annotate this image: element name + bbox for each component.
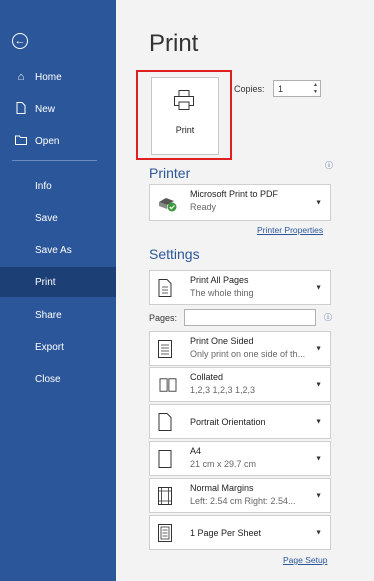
printer-ready-icon — [159, 197, 177, 211]
printer-heading: Printer — [149, 165, 191, 181]
sidebar-item-print[interactable]: Print — [0, 267, 116, 297]
backstage-sidebar: ← ⌂ Home New Open Info Save Save As Prin… — [0, 0, 116, 581]
chevron-down-icon: ▼ — [315, 455, 322, 462]
option-title: Print One Sided — [190, 336, 254, 346]
chevron-down-icon: ▼ — [315, 199, 322, 206]
paper-size-dropdown[interactable]: A4 21 cm x 29.7 cm ▼ — [149, 441, 331, 476]
chevron-down-icon: ▼ — [315, 492, 322, 499]
chevron-down-icon: ▼ — [315, 284, 322, 291]
sidebar-item-label: Print — [35, 276, 56, 288]
sidebar-item-open[interactable]: Open — [0, 126, 116, 156]
copies-value: 1 — [278, 84, 284, 94]
chevron-down-icon: ▼ — [315, 529, 322, 536]
sidebar-item-label: Save — [35, 212, 58, 224]
option-title: A4 — [190, 446, 202, 456]
collated-icon — [159, 377, 177, 392]
sidebar-item-label: Open — [35, 135, 60, 147]
info-icon[interactable]: ⓘ — [325, 160, 333, 171]
option-subtitle: 1,2,3 1,2,3 1,2,3 — [190, 385, 256, 395]
option-subtitle: 21 cm x 29.7 cm — [190, 459, 257, 469]
sidebar-item-home[interactable]: ⌂ Home — [0, 62, 116, 92]
portrait-icon — [158, 412, 172, 431]
pages-per-sheet-dropdown[interactable]: 1 Page Per Sheet ▼ — [149, 515, 331, 550]
sidebar-item-info[interactable]: Info — [0, 171, 116, 201]
page-title: Print — [149, 30, 199, 57]
page-setup-link[interactable]: Page Setup — [283, 555, 327, 565]
sidebar-item-close[interactable]: Close — [0, 364, 116, 394]
option-subtitle: Left: 2.54 cm Right: 2.54... — [190, 496, 296, 506]
open-folder-icon — [14, 135, 28, 148]
pages-per-sheet-icon — [158, 523, 172, 542]
settings-heading: Settings — [149, 246, 200, 262]
print-pane: Print Print Copies: 1 ▲ ▼ Printer ⓘ Micro… — [116, 0, 374, 581]
option-title: Collated — [190, 372, 224, 382]
copies-stepper[interactable]: 1 ▲ ▼ — [273, 80, 321, 97]
sidebar-item-label: Close — [35, 373, 61, 385]
new-document-icon — [14, 101, 28, 117]
print-range-dropdown[interactable]: Print All Pages The whole thing ▼ — [149, 270, 331, 305]
copies-label: Copies: — [234, 84, 265, 94]
option-title: Portrait Orientation — [190, 416, 266, 427]
sidebar-item-label: Share — [35, 309, 62, 321]
option-subtitle: Only print on one side of th... — [190, 349, 306, 359]
chevron-down-icon: ▼ — [315, 418, 322, 425]
chevron-down-icon: ▼ — [315, 345, 322, 352]
chevron-down-icon: ▼ — [315, 381, 322, 388]
sidebar-item-label: Export — [35, 341, 64, 353]
printer-status: Ready — [190, 202, 217, 212]
printer-properties-link[interactable]: Printer Properties — [257, 225, 323, 235]
page-range-icon — [158, 278, 172, 297]
margins-icon — [158, 486, 172, 505]
sidebar-divider — [12, 160, 97, 161]
option-subtitle: The whole thing — [190, 288, 254, 298]
sidebar-item-label: Info — [35, 180, 52, 192]
collation-dropdown[interactable]: Collated 1,2,3 1,2,3 1,2,3 ▼ — [149, 367, 331, 402]
option-title: 1 Page Per Sheet — [190, 527, 262, 538]
highlight-box — [136, 70, 232, 160]
sidebar-item-label: Save As — [35, 244, 72, 256]
printer-dropdown[interactable]: Microsoft Print to PDF Ready ▼ — [149, 184, 331, 221]
sidebar-item-export[interactable]: Export — [0, 332, 116, 362]
spin-arrows-icon[interactable]: ▲ ▼ — [313, 82, 318, 96]
sidebar-item-label: Home — [35, 71, 62, 83]
sidebar-item-new[interactable]: New — [0, 94, 116, 124]
option-title: Print All Pages — [190, 275, 249, 285]
one-sided-icon — [158, 339, 172, 358]
sidebar-item-share[interactable]: Share — [0, 300, 116, 330]
back-arrow-icon[interactable]: ← — [12, 33, 28, 49]
printer-name: Microsoft Print to PDF — [190, 189, 279, 199]
pages-input[interactable] — [184, 309, 316, 326]
info-icon[interactable]: ⓘ — [324, 312, 332, 323]
paper-size-icon — [158, 449, 172, 468]
margins-dropdown[interactable]: Normal Margins Left: 2.54 cm Right: 2.54… — [149, 478, 331, 513]
sides-dropdown[interactable]: Print One Sided Only print on one side o… — [149, 331, 331, 366]
sidebar-item-save-as[interactable]: Save As — [0, 235, 116, 265]
orientation-dropdown[interactable]: Portrait Orientation ▼ — [149, 404, 331, 439]
option-title: Normal Margins — [190, 483, 254, 493]
sidebar-item-save[interactable]: Save — [0, 203, 116, 233]
home-icon: ⌂ — [17, 71, 25, 83]
pages-label: Pages: — [149, 313, 178, 323]
sidebar-item-label: New — [35, 103, 56, 115]
